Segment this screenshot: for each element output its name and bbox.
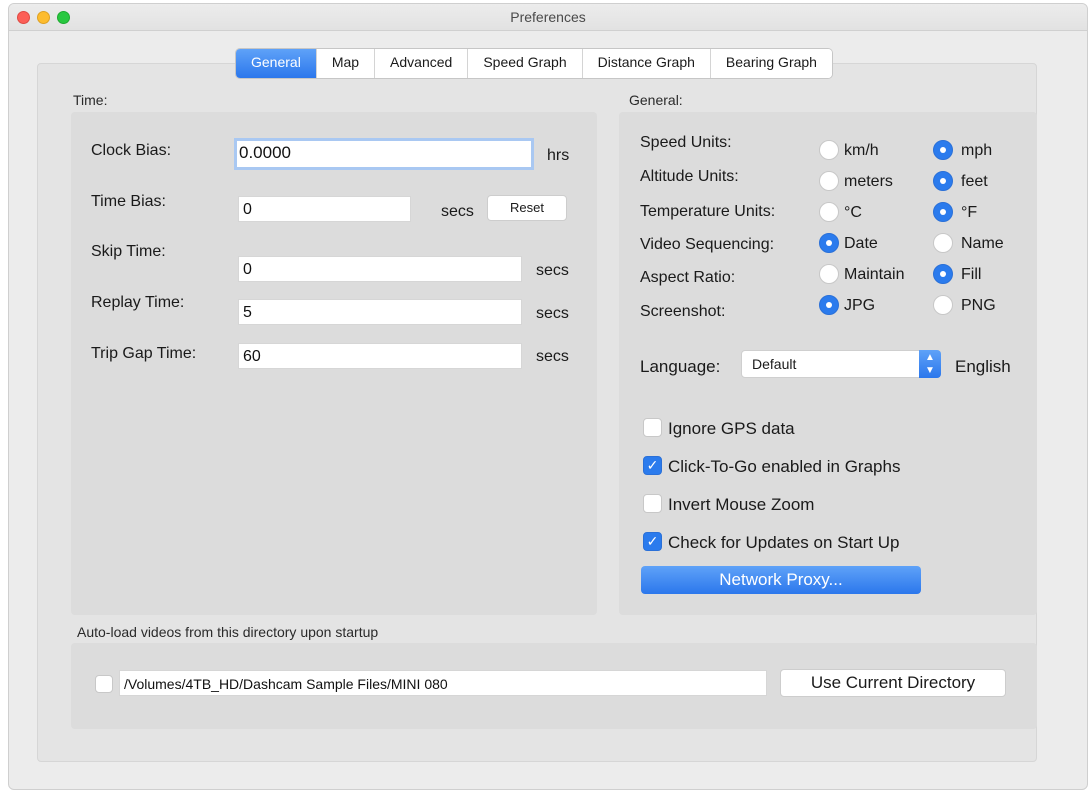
trip-gap-time-input[interactable]: 60	[238, 343, 522, 369]
screenshot-label: Screenshot:	[640, 303, 726, 320]
skip-time-unit: secs	[536, 262, 569, 279]
tab-bar: General Map Advanced Speed Graph Distanc…	[235, 48, 833, 79]
speed-units-label: Speed Units:	[640, 134, 732, 151]
aspect-ratio-maintain-radio[interactable]	[819, 264, 839, 284]
altitude-units-feet-radio[interactable]	[933, 171, 953, 191]
aspect-ratio-maintain-label: Maintain	[844, 266, 905, 283]
reset-button[interactable]: Reset	[487, 195, 567, 221]
tab-map[interactable]: Map	[316, 49, 376, 78]
tab-general[interactable]: General	[236, 49, 317, 78]
autoload-path-input[interactable]: /Volumes/4TB_HD/Dashcam Sample Files/MIN…	[119, 670, 767, 696]
trip-gap-time-label: Trip Gap Time:	[91, 345, 197, 362]
select-stepper-icon: ▲ ▼	[919, 350, 941, 378]
trip-gap-time-unit: secs	[536, 348, 569, 365]
ignore-gps-label: Ignore GPS data	[668, 419, 795, 438]
altitude-units-feet-label: feet	[961, 173, 988, 190]
tab-bearing-graph[interactable]: Bearing Graph	[710, 49, 832, 78]
general-section-label: General:	[629, 92, 683, 108]
title-bar[interactable]: Preferences	[9, 4, 1087, 31]
temperature-units-c-radio[interactable]	[819, 202, 839, 222]
use-current-directory-button[interactable]: Use Current Directory	[780, 669, 1006, 697]
skip-time-input[interactable]: 0	[238, 256, 522, 282]
tab-speed-graph[interactable]: Speed Graph	[468, 49, 583, 78]
video-sequencing-date-radio[interactable]	[819, 233, 839, 253]
temperature-units-f-radio[interactable]	[933, 202, 953, 222]
check-updates-checkbox[interactable]: ✓	[643, 532, 662, 551]
language-display: English	[955, 357, 1011, 376]
preferences-window: Preferences General Map Advanced Speed G…	[8, 3, 1088, 790]
tab-advanced[interactable]: Advanced	[375, 49, 469, 78]
time-bias-unit: secs	[441, 203, 474, 220]
clock-bias-unit: hrs	[547, 147, 570, 164]
aspect-ratio-label: Aspect Ratio:	[640, 269, 736, 286]
altitude-units-label: Altitude Units:	[640, 168, 739, 185]
altitude-units-meters-radio[interactable]	[819, 171, 839, 191]
click-to-go-checkbox[interactable]: ✓	[643, 456, 662, 475]
autoload-section-label: Auto-load videos from this directory upo…	[77, 624, 379, 640]
window-title: Preferences	[510, 9, 586, 25]
screenshot-jpg-radio[interactable]	[819, 295, 839, 315]
autoload-checkbox[interactable]	[95, 675, 113, 693]
time-bias-label: Time Bias:	[91, 193, 166, 210]
video-sequencing-name-label: Name	[961, 235, 1004, 252]
skip-time-label: Skip Time:	[91, 243, 166, 260]
replay-time-input[interactable]: 5	[238, 299, 522, 325]
language-select[interactable]: Default ▲ ▼	[741, 350, 941, 378]
video-sequencing-label: Video Sequencing:	[640, 236, 775, 253]
language-label: Language:	[640, 357, 721, 376]
ignore-gps-checkbox[interactable]	[643, 418, 662, 437]
replay-time-label: Replay Time:	[91, 294, 185, 311]
speed-units-mph-label: mph	[961, 142, 993, 159]
screenshot-jpg-label: JPG	[844, 297, 876, 314]
click-to-go-label: Click-To-Go enabled in Graphs	[668, 457, 901, 476]
clock-bias-input[interactable]: 0.0000	[234, 138, 534, 170]
video-sequencing-name-radio[interactable]	[933, 233, 953, 253]
aspect-ratio-fill-label: Fill	[961, 266, 982, 283]
video-sequencing-date-label: Date	[844, 235, 878, 252]
checkmark-icon: ✓	[646, 457, 659, 473]
altitude-units-meters-label: meters	[844, 173, 893, 190]
checkmark-icon: ✓	[646, 533, 659, 549]
tab-distance-graph[interactable]: Distance Graph	[582, 49, 711, 78]
invert-mouse-zoom-label: Invert Mouse Zoom	[668, 495, 815, 514]
temperature-units-f-label: °F	[961, 204, 978, 221]
temperature-units-c-label: °C	[844, 204, 862, 221]
clock-bias-label: Clock Bias:	[91, 142, 172, 159]
replay-time-unit: secs	[536, 305, 569, 322]
invert-mouse-zoom-checkbox[interactable]	[643, 494, 662, 513]
network-proxy-button[interactable]: Network Proxy...	[641, 566, 921, 594]
time-section-label: Time:	[73, 92, 108, 108]
language-select-value: Default	[752, 356, 797, 372]
speed-units-kmh-radio[interactable]	[819, 140, 839, 160]
aspect-ratio-fill-radio[interactable]	[933, 264, 953, 284]
temperature-units-label: Temperature Units:	[640, 203, 776, 220]
screenshot-png-radio[interactable]	[933, 295, 953, 315]
screenshot-png-label: PNG	[961, 297, 996, 314]
time-bias-input[interactable]: 0	[238, 196, 411, 222]
speed-units-kmh-label: km/h	[844, 142, 879, 159]
speed-units-mph-radio[interactable]	[933, 140, 953, 160]
check-updates-label: Check for Updates on Start Up	[668, 533, 900, 552]
